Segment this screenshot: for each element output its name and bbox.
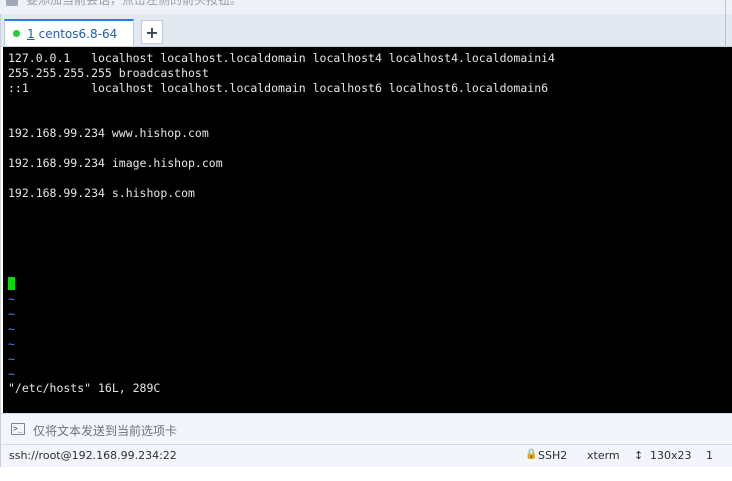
terminal-line: 192.168.99.234 image.hishop.com: [8, 156, 223, 170]
terminal-line: ::1 localhost localhost.localdomain loca…: [8, 81, 549, 95]
status-extra: 1: [706, 449, 713, 462]
vim-tilde: ~: [8, 337, 15, 351]
terminal-line: 192.168.99.234 www.hishop.com: [8, 126, 209, 140]
add-tab-button[interactable]: +: [141, 20, 163, 44]
vim-tilde: ~: [8, 352, 15, 366]
vim-tilde: ~: [8, 307, 15, 321]
terminal-type-label: xterm: [587, 449, 620, 462]
terminal-area[interactable]: 127.0.0.1 localhost localhost.localdomai…: [3, 47, 732, 413]
terminal-line: 192.168.99.234 s.hishop.com: [8, 186, 195, 200]
tab-number: 1: [27, 26, 35, 41]
lock-icon: 🔒: [525, 449, 538, 460]
terminal-line: 255.255.255.255 broadcasthost: [8, 66, 209, 80]
terminal-size-label: 130x23: [650, 449, 692, 462]
top-hint-bar: 要添加当前会话，点击左侧的箭头按钮。: [0, 0, 732, 14]
connection-address: ssh://root@192.168.99.234:22: [9, 449, 177, 462]
hint-text: 要添加当前会话，点击左侧的箭头按钮。: [26, 0, 243, 7]
protocol-label: SSH2: [538, 449, 568, 462]
tab-label: centos6.8-64: [38, 26, 118, 41]
vim-tilde: ~: [8, 292, 15, 306]
terminal-cursor: [8, 277, 15, 290]
status-bar: ssh://root@192.168.99.234:22 🔒 SSH2 xter…: [0, 445, 732, 467]
vim-status-line: "/etc/hosts" 16L, 289C: [8, 381, 161, 395]
bottom-strip: [0, 467, 732, 481]
arrow-icon: [6, 0, 18, 6]
send-text-input[interactable]: 仅将文本发送到当前选项卡: [33, 422, 177, 439]
resize-icon: ↕: [634, 449, 644, 462]
tab-session[interactable]: 1 centos6.8-64: [4, 19, 134, 46]
vim-tilde: ~: [8, 322, 15, 336]
tab-bar: 1 centos6.8-64 +: [0, 14, 732, 47]
terminal-line: 127.0.0.1 localhost localhost.localdomai…: [8, 51, 555, 65]
send-text-bar[interactable]: >_ 仅将文本发送到当前选项卡: [0, 413, 732, 445]
divider: [725, 14, 726, 46]
divider: [725, 0, 726, 14]
vim-tilde: ~: [8, 367, 15, 381]
connected-status-icon: [13, 30, 20, 37]
terminal-icon[interactable]: >_: [11, 423, 25, 435]
window-border: [0, 14, 1, 467]
